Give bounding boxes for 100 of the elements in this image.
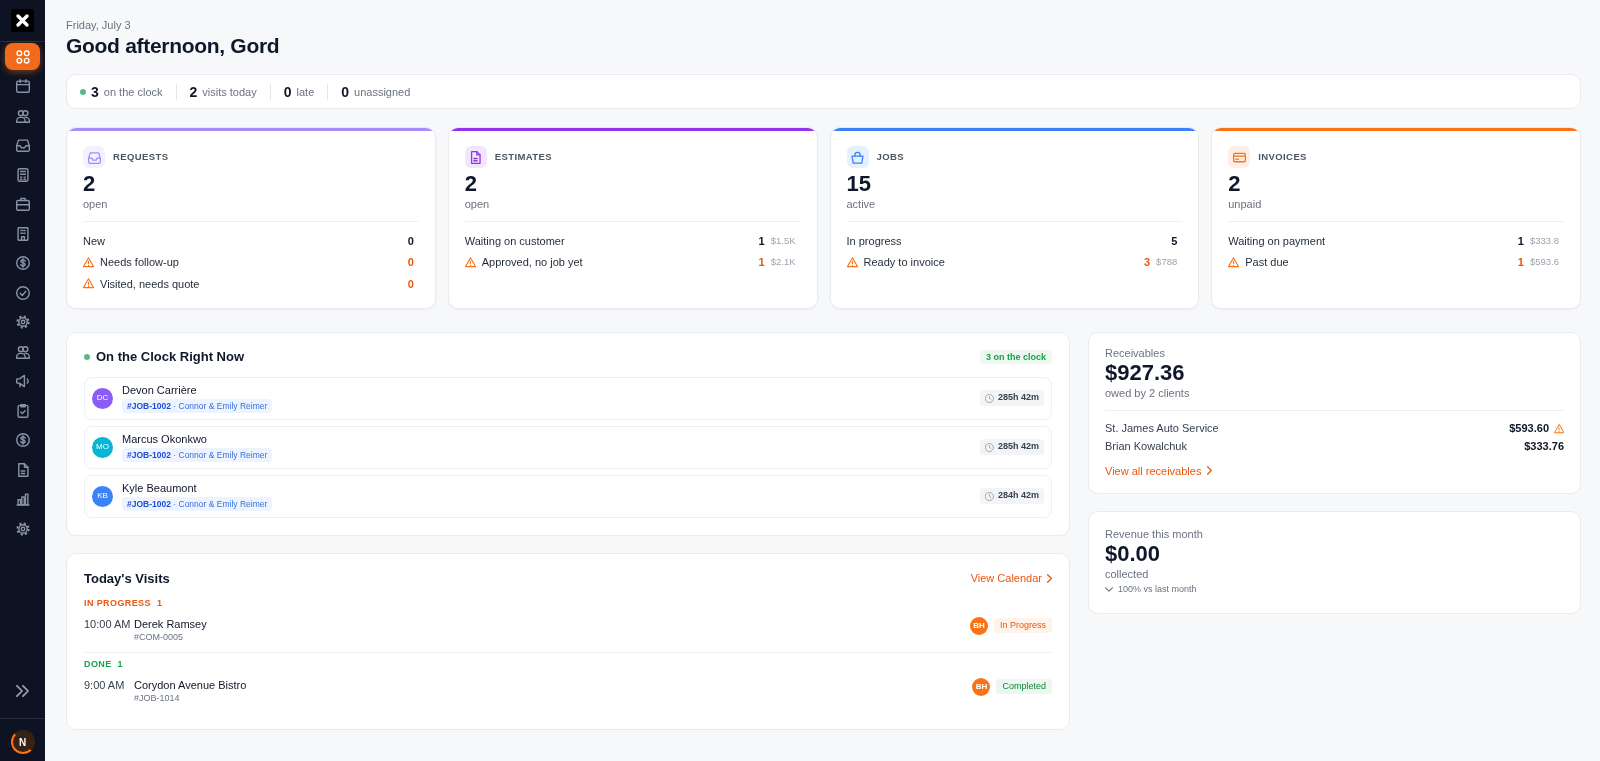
stat-label: on the clock	[103, 84, 163, 99]
row-count: 1	[1517, 233, 1524, 249]
panel-label: Revenue this month	[1105, 526, 1203, 541]
panel-title: Today's Visits	[84, 569, 170, 588]
card-count: 2	[464, 171, 477, 197]
briefcase-icon	[15, 197, 30, 211]
view-all-receivables-link[interactable]: View all receivables	[1105, 463, 1213, 478]
client-amount: $593.60	[1509, 421, 1549, 437]
row-label: Ready to invoice	[863, 255, 945, 270]
group-label: IN PROGRESS	[84, 596, 151, 610]
grid-icon	[15, 49, 30, 64]
person-avatar: DC	[92, 387, 113, 409]
row-label: Visited, needs quote	[100, 276, 200, 292]
amount-value: $0.00	[1105, 540, 1161, 567]
status-badge: Completed	[996, 679, 1052, 694]
panel-label: Receivables	[1105, 345, 1165, 360]
person-avatar: MO	[92, 436, 113, 458]
row-label: Needs follow-up	[100, 255, 179, 270]
client-amount: $333.76	[1524, 439, 1564, 455]
visit-time: 9:00 AM	[84, 677, 126, 692]
duration-text: 285h 42m	[997, 440, 1039, 454]
logo-icon[interactable]	[11, 9, 34, 32]
date-text: Friday, July 3	[66, 18, 131, 32]
amount-value: $927.36	[1105, 359, 1185, 386]
row-count: 1	[758, 255, 765, 270]
row-count: 1	[1517, 255, 1524, 270]
row-count: 0	[407, 233, 414, 249]
bar-chart-icon	[15, 492, 30, 506]
group-label: DONE	[84, 657, 112, 671]
duration-text: 284h 42m	[997, 489, 1039, 503]
person-name: Kyle Beaumont	[122, 481, 197, 495]
assignee-avatar: BH	[972, 677, 991, 696]
clock-icon	[984, 393, 994, 403]
row-count: 3	[1144, 255, 1151, 270]
megaphone-icon	[15, 374, 30, 388]
card-count: 15	[846, 171, 871, 197]
amount-note: collected	[1105, 566, 1149, 581]
assignee-avatar: BH	[969, 616, 988, 635]
group-count: 1	[117, 657, 123, 671]
receipt-icon	[15, 167, 30, 182]
job-tag[interactable]: #JOB-1002 · Connor & Emily Reimer	[122, 448, 273, 462]
row-count: 5	[1171, 233, 1178, 249]
stat-value: 3	[91, 82, 99, 101]
row-label: Waiting on customer	[464, 233, 565, 249]
card-title: INVOICES	[1258, 149, 1307, 164]
dollar-icon	[15, 256, 30, 270]
nav-item[interactable]	[5, 43, 40, 70]
row-label: Approved, no job yet	[481, 255, 583, 270]
clock-count-badge: 3 on the clock	[979, 349, 1052, 364]
card-title: ESTIMATES	[494, 149, 552, 164]
basket-icon	[846, 146, 869, 168]
status-badge: In Progress	[993, 618, 1052, 633]
settings-icon	[15, 521, 30, 536]
document-icon	[15, 462, 30, 477]
row-count: 0	[407, 255, 414, 270]
client-name: Brian Kowalchuk	[1105, 439, 1187, 455]
row-count: 1	[758, 233, 765, 249]
row-label: Past due	[1245, 255, 1289, 270]
visit-reference: #COM-0005	[134, 630, 184, 643]
calendar-icon	[15, 79, 30, 93]
clock-icon	[984, 442, 994, 452]
stat-value: 0	[283, 82, 292, 101]
clock-icon	[984, 491, 994, 501]
inbox-icon	[83, 146, 105, 168]
card-count: 2	[1228, 171, 1241, 197]
person-name: Marcus Okonkwo	[122, 432, 207, 446]
stat-label: unassigned	[354, 84, 411, 99]
job-tag[interactable]: #JOB-1002 · Connor & Emily Reimer	[122, 399, 273, 413]
amount-note: owed by 2 clients	[1105, 385, 1190, 400]
card-title: REQUESTS	[113, 149, 169, 164]
trend-text: 100% vs last month	[1118, 582, 1197, 596]
row-label: New	[83, 233, 105, 249]
person-avatar: KB	[92, 485, 113, 507]
group-count: 1	[156, 596, 163, 610]
row-amount: $1.5K	[770, 233, 796, 248]
stat-label: late	[296, 84, 315, 99]
dollar-icon	[15, 433, 30, 447]
view-calendar-link[interactable]: View Calendar	[970, 570, 1052, 587]
document-icon	[464, 146, 487, 168]
visit-time: 10:00 AM	[84, 616, 132, 631]
row-amount: $2.1K	[770, 255, 796, 270]
stat-value: 0	[341, 82, 350, 101]
row-label: Waiting on payment	[1228, 233, 1326, 249]
row-amount: $593.6	[1529, 255, 1559, 270]
check-circle-icon	[15, 285, 30, 300]
row-amount: $788	[1156, 255, 1178, 270]
expand-sidebar-icon[interactable]	[16, 685, 29, 697]
row-label: In progress	[846, 233, 902, 249]
user-avatar[interactable]: N	[10, 730, 35, 754]
person-name: Devon Carrière	[122, 383, 197, 397]
stat-value: 2	[189, 82, 198, 101]
client-name: St. James Auto Service	[1105, 421, 1219, 437]
row-count: 0	[407, 276, 414, 292]
card-count: 2	[83, 171, 96, 197]
job-tag[interactable]: #JOB-1002 · Connor & Emily Reimer	[122, 497, 273, 511]
clipboard-check-icon	[15, 403, 30, 418]
card-subtitle: open	[83, 197, 108, 211]
card-subtitle: open	[464, 197, 490, 211]
building-icon	[15, 226, 30, 241]
credit-card-icon	[1228, 146, 1251, 168]
